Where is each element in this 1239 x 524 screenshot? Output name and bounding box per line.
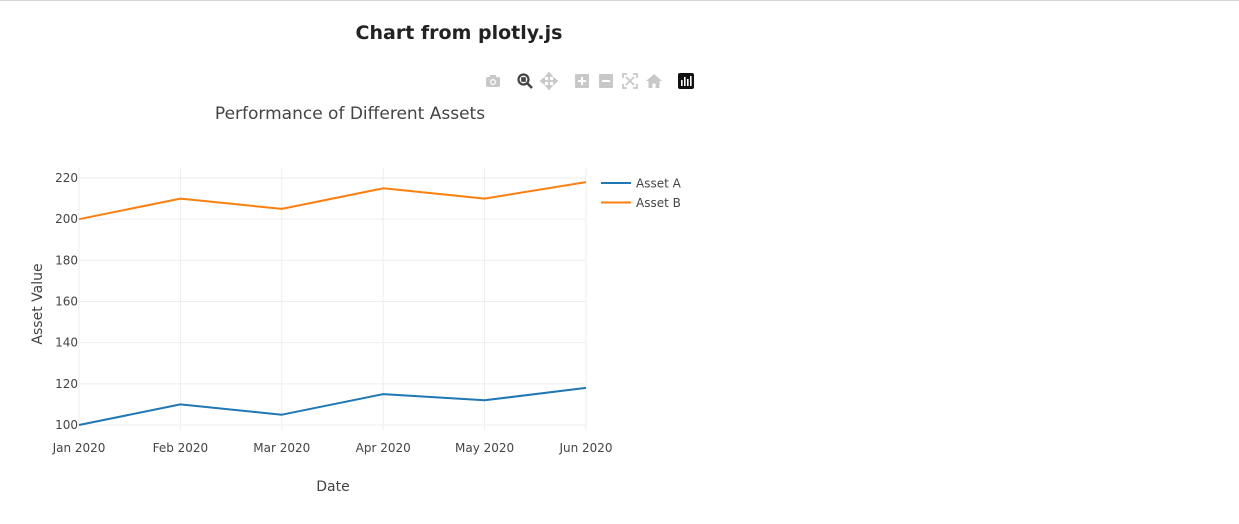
y-tick-label: 140 <box>55 336 78 350</box>
legend-label: Asset A <box>636 177 682 191</box>
y-tick-label: 220 <box>55 171 78 185</box>
chart-title: Performance of Different Assets <box>215 104 485 124</box>
x-tick-label: Jan 2020 <box>52 441 106 455</box>
x-tick-label: Apr 2020 <box>356 441 411 455</box>
y-tick-label: 200 <box>55 212 78 226</box>
y-axis-ticks: 100 120 140 160 180 200 220 <box>55 171 78 432</box>
y-tick-label: 160 <box>55 295 78 309</box>
x-axis-ticks: Jan 2020 Feb 2020 Mar 2020 Apr 2020 May 2020… <box>52 441 613 455</box>
chart: Performance of Different Assets 100 120 14… <box>30 104 682 495</box>
series-line-asset-a[interactable] <box>78 386 587 426</box>
legend[interactable]: Asset A Asset B <box>601 177 682 211</box>
series-lines <box>78 181 587 426</box>
legend-label: Asset B <box>636 196 681 210</box>
series-line-asset-b[interactable] <box>78 181 587 221</box>
y-tick-label: 120 <box>55 377 78 391</box>
legend-item[interactable]: Asset B <box>601 196 681 210</box>
y-axis-title: Asset Value <box>30 263 46 344</box>
x-tick-label: May 2020 <box>455 441 514 455</box>
legend-item[interactable]: Asset A <box>601 177 682 191</box>
x-tick-label: Mar 2020 <box>253 441 310 455</box>
y-tick-label: 100 <box>55 418 78 432</box>
x-tick-label: Jun 2020 <box>558 441 612 455</box>
x-axis-title: Date <box>316 479 349 495</box>
y-tick-label: 180 <box>55 253 78 267</box>
x-tick-label: Feb 2020 <box>153 441 209 455</box>
grid <box>78 168 587 430</box>
